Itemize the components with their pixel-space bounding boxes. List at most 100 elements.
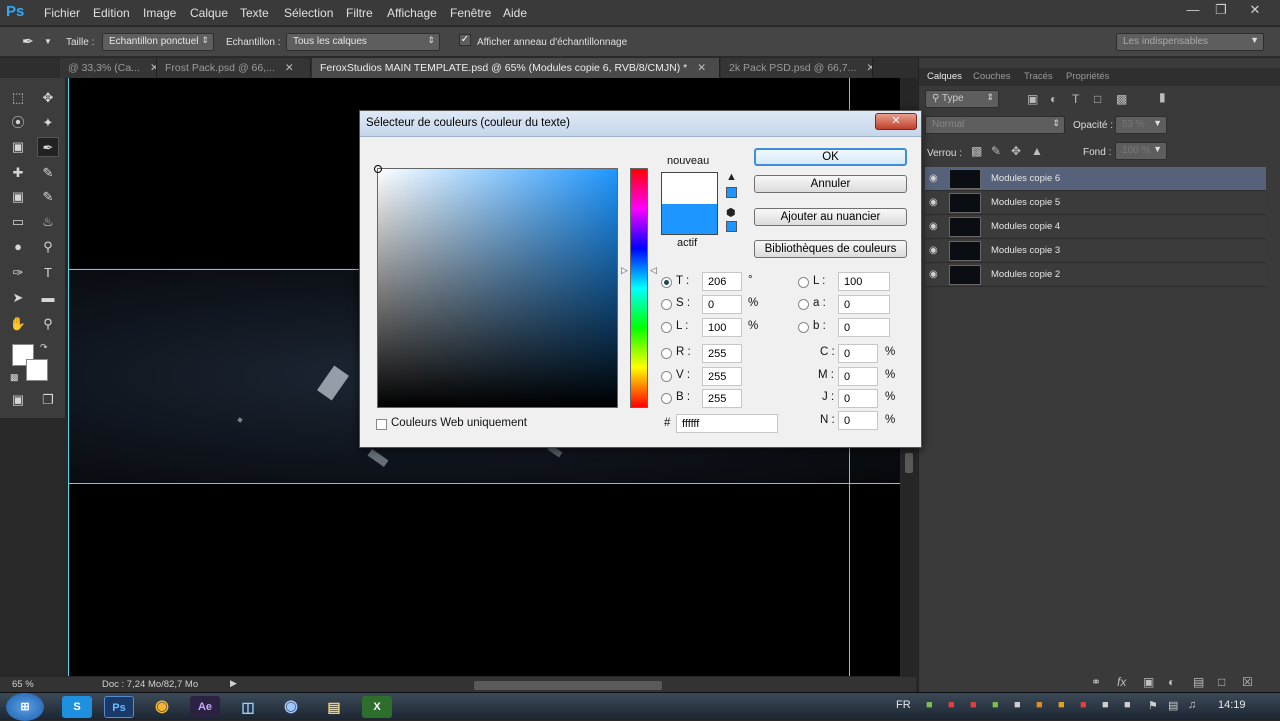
t-field[interactable]: 206 [702,272,742,291]
stamp-tool-icon[interactable]: ▣ [7,187,29,207]
l-field[interactable]: 100 [702,318,742,337]
zoom-level[interactable]: 65 % [12,679,34,690]
v-field[interactable]: 255 [702,367,742,386]
clock[interactable]: 14:19 [1218,699,1246,711]
photoshop-taskbar-icon[interactable]: Ps [104,696,134,718]
close-icon[interactable]: ✕ [875,113,917,130]
chevron-down-icon[interactable]: ▼ [44,37,52,46]
menu-fenetre[interactable]: Fenêtre [450,6,491,20]
menu-selection[interactable]: Sélection [284,6,333,20]
ring-checkbox[interactable]: ✓ [459,34,471,46]
tab-doc-4[interactable]: 2k Pack PSD.psd @ 66,7... ✕ [721,58,873,78]
eyedropper-tool-icon[interactable]: ✒ [37,137,59,157]
trash-icon[interactable]: ☒ [1242,675,1253,689]
close-tab-icon[interactable]: ✕ [285,62,294,74]
add-mask-icon[interactable]: ▣ [1143,675,1154,689]
menu-aide[interactable]: Aide [503,6,527,20]
radio-b[interactable] [661,393,672,404]
eyedropper-icon[interactable]: ✒ [22,33,34,50]
n-field[interactable]: 0 [838,411,878,430]
menu-edition[interactable]: Edition [93,6,130,20]
guide-vertical[interactable] [68,78,69,676]
minimize-icon[interactable]: — [1182,2,1204,20]
lab-b-field[interactable]: 0 [838,318,890,337]
hex-field[interactable]: ffffff [676,414,778,433]
layer-row[interactable]: ◉ Modules copie 3 [925,239,1266,263]
tab-traces[interactable]: Tracés [1024,71,1053,82]
radio-a[interactable] [798,299,809,310]
web-only-checkbox[interactable] [376,419,387,430]
layer-filter-select[interactable]: ⚲ Type ⇕ [925,90,999,108]
network-app-icon[interactable]: ◫ [233,696,263,718]
dodge-tool-icon[interactable]: ⚲ [37,237,59,257]
language-indicator[interactable]: FR [896,699,911,711]
lab-l-field[interactable]: 100 [838,272,890,291]
lock-transparency-icon[interactable]: ▩ [971,144,982,158]
link-layers-icon[interactable]: ⚭ [1091,675,1101,689]
new-layer-icon[interactable]: □ [1218,675,1225,689]
swap-colors-icon[interactable]: ↷ [40,342,48,353]
media-app-icon[interactable]: ◉ [276,696,306,718]
filter-type-icon[interactable]: T [1072,92,1079,106]
color-libraries-button[interactable]: Bibliothèques de couleurs [754,240,907,258]
filter-shape-icon[interactable]: □ [1094,92,1101,106]
tab-doc-1[interactable]: @ 33,3% (Ca... ✕ [60,58,157,78]
c-field[interactable]: 0 [838,344,878,363]
tab-proprietes[interactable]: Propriétés [1066,71,1109,82]
blend-mode-select[interactable]: Normal ⇕ [925,116,1065,134]
filter-smart-object-icon[interactable]: ▩ [1116,92,1127,106]
tray-app-icon[interactable]: ■ [1058,699,1065,711]
menu-filtre[interactable]: Filtre [346,6,373,20]
gamut-warning-icon[interactable]: ▲ [726,171,737,183]
excel-icon[interactable]: X [362,696,392,718]
volume-icon[interactable]: ♫ [1188,699,1196,711]
close-tab-icon[interactable]: ✕ [697,62,706,74]
web-safe-icon[interactable]: ⬢ [726,206,736,219]
radio-l[interactable] [661,322,672,333]
crop-tool-icon[interactable]: ▣ [7,137,29,157]
tray-app-icon[interactable]: ■ [1080,699,1087,711]
blur-tool-icon[interactable]: ● [7,237,29,257]
adjustment-layer-icon[interactable]: ◐ [1168,675,1175,689]
tray-app-icon[interactable]: ■ [1102,699,1109,711]
close-icon[interactable]: ✕ [1244,2,1266,20]
current-color-swatch[interactable] [662,204,717,234]
filter-toggle-icon[interactable]: ▮ [1159,90,1166,104]
radio-v[interactable] [661,371,672,382]
after-effects-icon[interactable]: Ae [190,696,220,718]
eye-icon[interactable]: ◉ [929,245,938,256]
tray-app-icon[interactable]: ■ [970,699,977,711]
menu-calque[interactable]: Calque [190,6,228,20]
hand-tool-icon[interactable]: ✋ [7,314,29,334]
tray-app-icon[interactable]: ■ [926,699,933,711]
menu-affichage[interactable]: Affichage [387,6,437,20]
ok-button[interactable]: OK [754,148,907,166]
scroll-thumb[interactable] [905,453,913,473]
chrome-icon[interactable]: ◉ [147,696,177,718]
layer-row[interactable]: ◉ Modules copie 6 [925,167,1266,191]
tab-calques[interactable]: Calques [927,71,962,82]
tray-app-icon[interactable]: ■ [1014,699,1021,711]
radio-lab-l[interactable] [798,277,809,288]
rectangle-tool-icon[interactable]: ▬ [37,288,59,308]
horizontal-scroll-thumb[interactable] [474,681,662,690]
lock-pixels-icon[interactable]: ✎ [991,144,1001,158]
r-field[interactable]: 255 [702,344,742,363]
taille-select[interactable]: Echantillon ponctuel ⇕ [102,33,214,51]
filter-pixel-icon[interactable]: ▣ [1027,92,1038,106]
echantillon-select[interactable]: Tous les calques ⇕ [286,33,440,51]
restore-icon[interactable]: ❐ [1210,2,1232,20]
brush-tool-icon[interactable]: ✎ [37,163,59,183]
tab-couches[interactable]: Couches [973,71,1011,82]
healing-brush-icon[interactable]: ✚ [7,163,29,183]
layer-row[interactable]: ◉ Modules copie 5 [925,191,1266,215]
fx-icon[interactable]: fx [1117,675,1126,689]
lasso-tool-icon[interactable]: ⦿ [7,113,29,133]
close-tab-icon[interactable]: ✕ [866,62,872,74]
background-color-swatch[interactable] [26,359,48,381]
tray-app-icon[interactable]: ■ [992,699,999,711]
radio-r[interactable] [661,348,672,359]
color-field-marker[interactable] [374,165,382,173]
eye-icon[interactable]: ◉ [929,221,938,232]
layer-row[interactable]: ◉ Modules copie 2 [925,263,1266,287]
